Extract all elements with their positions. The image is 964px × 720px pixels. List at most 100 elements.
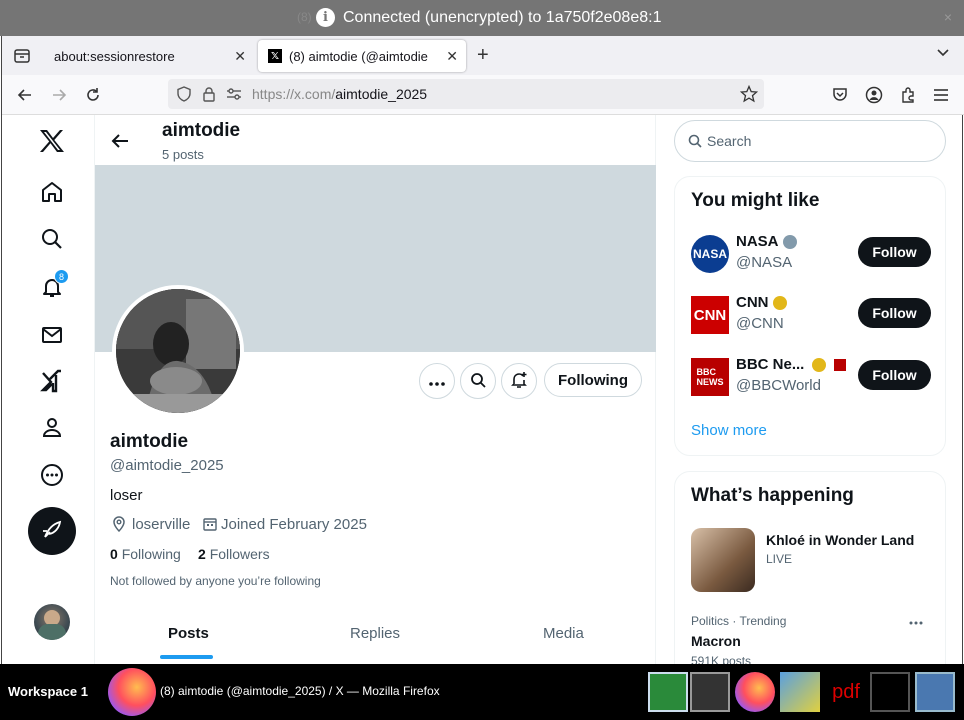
show-more-link[interactable]: Show more bbox=[691, 422, 767, 439]
back-arrow-icon[interactable] bbox=[13, 83, 37, 107]
nasa-logo-icon: NASA bbox=[691, 235, 729, 273]
suggested-account-nasa[interactable]: NASA NASA @NASA Follow bbox=[691, 233, 931, 275]
url-host: https://x.com/ bbox=[252, 86, 336, 102]
pocket-icon[interactable] bbox=[828, 83, 852, 107]
verified-gold-icon bbox=[772, 295, 787, 310]
trend-count: 591K posts bbox=[691, 654, 752, 664]
tab-label: about:sessionrestore bbox=[54, 48, 175, 64]
profile-joined: Joined February 2025 bbox=[221, 516, 367, 533]
event-thumbnail[interactable] bbox=[691, 528, 755, 592]
firefox-app-icon[interactable] bbox=[735, 672, 775, 712]
profile-name: aimtodie bbox=[110, 431, 189, 452]
terminal-app-icon[interactable] bbox=[690, 672, 730, 712]
affiliate-badge-icon bbox=[834, 358, 847, 371]
vnc-connection-text: Connected (unencrypted) to 1a750f2e08e8:… bbox=[343, 8, 662, 26]
home-icon[interactable] bbox=[38, 178, 66, 206]
whats-happening-title: What’s happening bbox=[691, 485, 854, 506]
active-tab-indicator bbox=[160, 655, 213, 659]
post-count: 5 posts bbox=[162, 147, 204, 162]
tab-strip: about:sessionrestore ✕ 𝕏 (8) aimtodie (@… bbox=[2, 36, 964, 75]
list-tabs-chevron-down-icon[interactable] bbox=[936, 46, 950, 65]
trend-more-icon[interactable] bbox=[909, 612, 923, 630]
compose-post-button[interactable] bbox=[28, 507, 76, 555]
image-viewer-app-icon[interactable] bbox=[780, 672, 820, 712]
trend-name[interactable]: Macron bbox=[691, 633, 741, 649]
new-tab-button[interactable]: + bbox=[477, 44, 489, 67]
x-favicon-icon: 𝕏 bbox=[268, 49, 282, 63]
following-link[interactable]: 0 Following bbox=[110, 546, 181, 562]
follow-button[interactable]: Follow bbox=[858, 360, 931, 390]
workspace-label[interactable]: Workspace 1 bbox=[8, 684, 88, 699]
search-profile-button[interactable] bbox=[460, 363, 496, 399]
url-bar[interactable]: https://x.com/aimtodie_2025 bbox=[168, 79, 764, 109]
text-editor-app-icon[interactable] bbox=[870, 672, 910, 712]
spreadsheet-app-icon[interactable] bbox=[648, 672, 688, 712]
tab-manager-icon[interactable] bbox=[13, 47, 31, 70]
firefox-window-icon[interactable] bbox=[108, 668, 156, 716]
active-window-title[interactable]: (8) aimtodie (@aimtodie_2025) / X — Mozi… bbox=[160, 684, 440, 698]
bell-plus-icon bbox=[510, 371, 528, 392]
search-icon bbox=[688, 134, 702, 153]
info-icon: i bbox=[316, 8, 335, 27]
tab-media[interactable]: Media bbox=[543, 625, 584, 642]
search-placeholder: Search bbox=[707, 133, 752, 149]
suggested-account-bbc[interactable]: BBC NEWS BBC Ne... @BBCWorld Follow bbox=[691, 356, 931, 398]
right-sidebar: Search You might like NASA NASA @NASA Fo… bbox=[674, 115, 964, 664]
account-avatar[interactable] bbox=[34, 604, 70, 640]
forward-arrow-icon[interactable] bbox=[47, 83, 71, 107]
shield-icon[interactable] bbox=[176, 86, 192, 107]
account-name: BBC Ne... bbox=[736, 356, 847, 373]
tab-label: (8) aimtodie (@aimtodie bbox=[289, 48, 428, 64]
tab-close-icon[interactable]: ✕ bbox=[234, 48, 246, 65]
navigation-toolbar: https://x.com/aimtodie_2025 bbox=[2, 75, 964, 115]
menu-hamburger-icon[interactable] bbox=[929, 83, 953, 107]
vnc-close-icon[interactable]: × bbox=[944, 9, 952, 25]
account-icon[interactable] bbox=[862, 83, 886, 107]
pdf-app-icon[interactable]: pdf bbox=[826, 672, 866, 712]
not-followed-text: Not followed by anyone you’re following bbox=[110, 574, 321, 588]
profile-column: aimtodie 5 posts Following aimtodie @aim… bbox=[94, 115, 656, 664]
account-name-text: CNN bbox=[736, 294, 769, 311]
event-title[interactable]: Khloé in Wonder Land bbox=[766, 532, 914, 548]
calculator-app-icon[interactable] bbox=[915, 672, 955, 712]
account-name: CNN bbox=[736, 294, 787, 311]
tab-close-icon[interactable]: ✕ bbox=[446, 48, 458, 65]
lock-icon[interactable] bbox=[202, 86, 216, 107]
permissions-icon[interactable] bbox=[226, 87, 242, 106]
follow-button[interactable]: Follow bbox=[858, 298, 931, 328]
messages-mail-icon[interactable] bbox=[38, 321, 66, 349]
profile-person-icon[interactable] bbox=[38, 413, 66, 441]
follow-button[interactable]: Follow bbox=[858, 237, 931, 267]
x-page: 8 aimtodie 5 posts Following aimtodie @a… bbox=[2, 115, 964, 664]
reload-icon[interactable] bbox=[81, 83, 105, 107]
back-arrow-icon[interactable] bbox=[111, 133, 129, 154]
followers-link[interactable]: 2 Followers bbox=[198, 546, 270, 562]
suggested-account-cnn[interactable]: CNN CNN @CNN Follow bbox=[691, 294, 931, 336]
feather-icon bbox=[41, 518, 63, 545]
x-logo-icon[interactable] bbox=[38, 127, 66, 155]
search-input[interactable]: Search bbox=[674, 120, 946, 162]
account-handle: @CNN bbox=[736, 315, 784, 332]
profile-location: loserville bbox=[132, 516, 191, 533]
notify-button[interactable] bbox=[501, 363, 537, 399]
account-name-text: NASA bbox=[736, 233, 779, 250]
whats-happening-card: What’s happening Khloé in Wonder Land LI… bbox=[674, 471, 946, 664]
following-button[interactable]: Following bbox=[544, 363, 642, 397]
url-text[interactable]: https://x.com/aimtodie_2025 bbox=[252, 86, 427, 102]
tab-sessionrestore[interactable]: about:sessionrestore ✕ bbox=[44, 40, 254, 72]
extensions-icon[interactable] bbox=[896, 83, 920, 107]
tab-replies[interactable]: Replies bbox=[350, 625, 400, 642]
tab-x-profile[interactable]: 𝕏 (8) aimtodie (@aimtodie ✕ bbox=[258, 40, 466, 72]
calendar-icon bbox=[202, 516, 218, 537]
grok-icon[interactable] bbox=[38, 367, 66, 395]
profile-picture[interactable] bbox=[112, 285, 244, 417]
explore-search-icon[interactable] bbox=[38, 225, 66, 253]
following-label: Following bbox=[121, 546, 181, 562]
more-circle-icon[interactable] bbox=[38, 461, 66, 489]
bbc-news-logo-icon: BBC NEWS bbox=[691, 358, 729, 396]
bookmark-star-icon[interactable] bbox=[739, 84, 759, 108]
you-might-like-title: You might like bbox=[691, 190, 820, 211]
event-status: LIVE bbox=[766, 552, 793, 566]
tab-posts[interactable]: Posts bbox=[168, 625, 209, 642]
more-options-button[interactable] bbox=[419, 363, 455, 399]
